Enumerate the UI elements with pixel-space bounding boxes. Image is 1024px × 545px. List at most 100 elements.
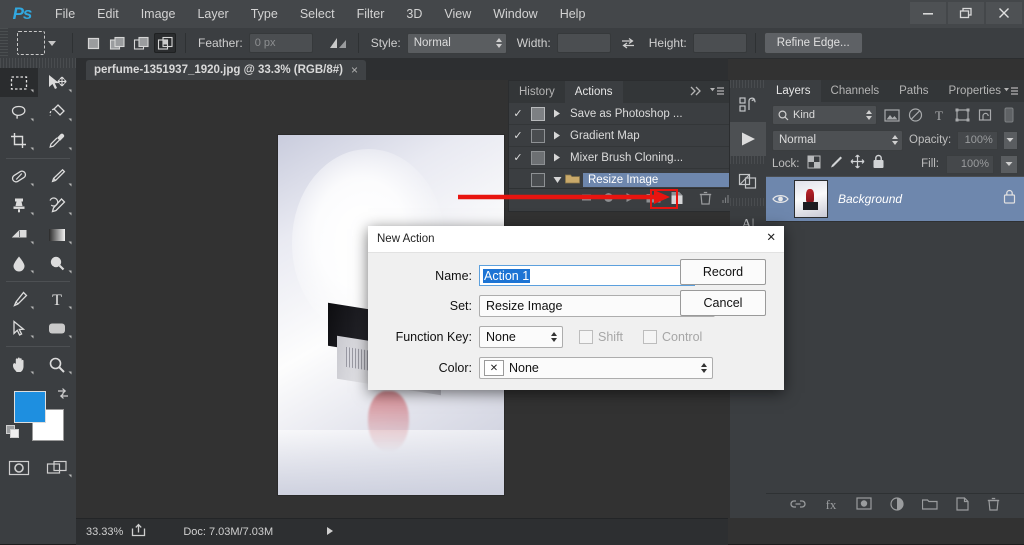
new-group-icon[interactable] [921, 497, 938, 515]
anti-alias-icon[interactable] [327, 33, 349, 53]
layer-visibility-icon[interactable] [766, 193, 794, 205]
type-tool[interactable]: T [38, 285, 76, 314]
lasso-tool[interactable] [0, 97, 38, 126]
history-dock-icon[interactable] [730, 88, 766, 122]
zoom-level[interactable]: 33.33% [76, 526, 131, 538]
adjustments-dock-icon[interactable] [730, 164, 766, 198]
expand-arrow-icon[interactable] [549, 153, 565, 162]
restore-button[interactable] [948, 2, 984, 24]
dock-grip[interactable] [730, 198, 766, 206]
add-to-selection-button[interactable] [106, 33, 128, 53]
pen-tool[interactable] [0, 285, 38, 314]
zoom-tool[interactable] [38, 350, 76, 379]
rectangle-shape-tool[interactable] [38, 314, 76, 343]
action-row-save-as-photoshop[interactable]: ✓ Save as Photoshop ... [509, 103, 729, 125]
quick-mask-button[interactable] [0, 453, 38, 482]
color-select[interactable]: ✕ None [479, 357, 713, 379]
action-dialog-toggle[interactable] [527, 106, 549, 121]
record-button[interactable] [602, 191, 615, 209]
filter-smart-object-icon[interactable] [977, 105, 995, 125]
dock-grip[interactable] [730, 156, 766, 164]
menu-help[interactable]: Help [549, 0, 597, 28]
menu-3d[interactable]: 3D [395, 0, 433, 28]
width-input[interactable] [556, 33, 611, 53]
tab-history[interactable]: History [509, 81, 565, 103]
expand-arrow-icon[interactable] [549, 109, 565, 118]
delete-button[interactable] [699, 191, 712, 210]
action-dialog-toggle[interactable] [527, 172, 549, 187]
clone-stamp-tool[interactable] [0, 191, 38, 220]
panel-menu-icon[interactable] [709, 83, 725, 101]
expand-arrow-icon[interactable] [549, 131, 565, 140]
menu-image[interactable]: Image [130, 0, 187, 28]
lock-image-pixels-icon[interactable] [828, 155, 843, 174]
new-layer-icon[interactable] [956, 496, 969, 516]
tab-properties[interactable]: Properties [939, 80, 1011, 102]
delete-layer-icon[interactable] [987, 497, 1000, 516]
layer-row-background[interactable]: Background [766, 176, 1024, 222]
menu-edit[interactable]: Edit [86, 0, 130, 28]
minimize-button[interactable] [910, 2, 946, 24]
action-toggle-checkbox[interactable]: ✓ [509, 129, 527, 142]
subtract-from-selection-button[interactable] [130, 33, 152, 53]
filter-toggle-switch[interactable] [1001, 105, 1019, 125]
action-row-gradient-map[interactable]: ✓ Gradient Map [509, 125, 729, 147]
panel-resize-grip[interactable] [719, 191, 729, 209]
function-key-select[interactable]: None [479, 326, 563, 348]
options-bar-grip[interactable] [0, 28, 8, 58]
intersect-selection-button[interactable] [154, 33, 176, 53]
lock-transparent-pixels-icon[interactable] [807, 155, 821, 174]
record-button[interactable]: Record [680, 259, 766, 285]
menu-type[interactable]: Type [240, 0, 289, 28]
tool-preset-chevron-icon[interactable] [48, 40, 56, 46]
menu-view[interactable]: View [433, 0, 482, 28]
refine-edge-button[interactable]: Refine Edge... [763, 32, 863, 54]
eraser-tool[interactable] [0, 220, 38, 249]
filter-image-icon[interactable] [883, 105, 901, 125]
quick-selection-tool[interactable] [38, 97, 76, 126]
layer-thumbnail[interactable] [794, 180, 828, 218]
tab-layers[interactable]: Layers [766, 80, 821, 102]
filter-type-icon[interactable]: T [930, 105, 948, 125]
dodge-tool[interactable] [38, 249, 76, 278]
screen-mode-button[interactable] [38, 453, 76, 482]
fill-dropdown-icon[interactable] [1001, 154, 1018, 174]
hand-tool[interactable] [0, 350, 38, 379]
filter-shape-icon[interactable] [954, 105, 972, 125]
blend-mode-select[interactable]: Normal [772, 129, 904, 151]
action-row-mixer-brush-cloning[interactable]: ✓ Mixer Brush Cloning... [509, 147, 729, 169]
brush-tool[interactable] [38, 162, 76, 191]
eyedropper-tool[interactable] [38, 126, 76, 155]
menu-file[interactable]: File [44, 0, 86, 28]
add-layer-mask-icon[interactable] [856, 497, 872, 515]
layer-style-icon[interactable]: fx [824, 497, 838, 516]
close-button[interactable] [986, 2, 1022, 24]
tab-paths[interactable]: Paths [889, 80, 938, 102]
swap-dimensions-icon[interactable] [617, 33, 639, 53]
play-button[interactable] [624, 191, 637, 209]
move-tool[interactable] [38, 68, 76, 97]
opacity-dropdown-icon[interactable] [1003, 130, 1018, 150]
fill-value[interactable]: 100% [946, 154, 994, 174]
link-layers-icon[interactable] [790, 497, 806, 515]
gradient-tool[interactable] [38, 220, 76, 249]
history-brush-tool[interactable] [38, 191, 76, 220]
action-dialog-toggle[interactable] [527, 128, 549, 143]
menu-window[interactable]: Window [482, 0, 548, 28]
collapse-arrow-icon[interactable] [549, 176, 565, 184]
style-select[interactable]: Normal [406, 32, 507, 54]
foreground-color-swatch[interactable] [14, 391, 46, 423]
action-toggle-checkbox[interactable]: ✓ [509, 107, 527, 120]
rectangular-marquee-tool[interactable] [0, 68, 38, 97]
document-tab-close-icon[interactable]: × [351, 63, 358, 77]
action-name-input[interactable]: Action 1 [479, 265, 695, 286]
action-toggle-checkbox[interactable]: ✓ [509, 151, 527, 164]
control-checkbox[interactable] [643, 330, 658, 344]
shift-checkbox[interactable] [579, 330, 593, 344]
actions-dock-icon[interactable] [730, 122, 766, 156]
menu-select[interactable]: Select [289, 0, 346, 28]
cancel-button[interactable]: Cancel [680, 290, 766, 316]
layer-lock-icon[interactable] [1003, 189, 1016, 209]
active-tool-preset-icon[interactable] [17, 31, 45, 55]
height-input[interactable] [692, 33, 747, 53]
